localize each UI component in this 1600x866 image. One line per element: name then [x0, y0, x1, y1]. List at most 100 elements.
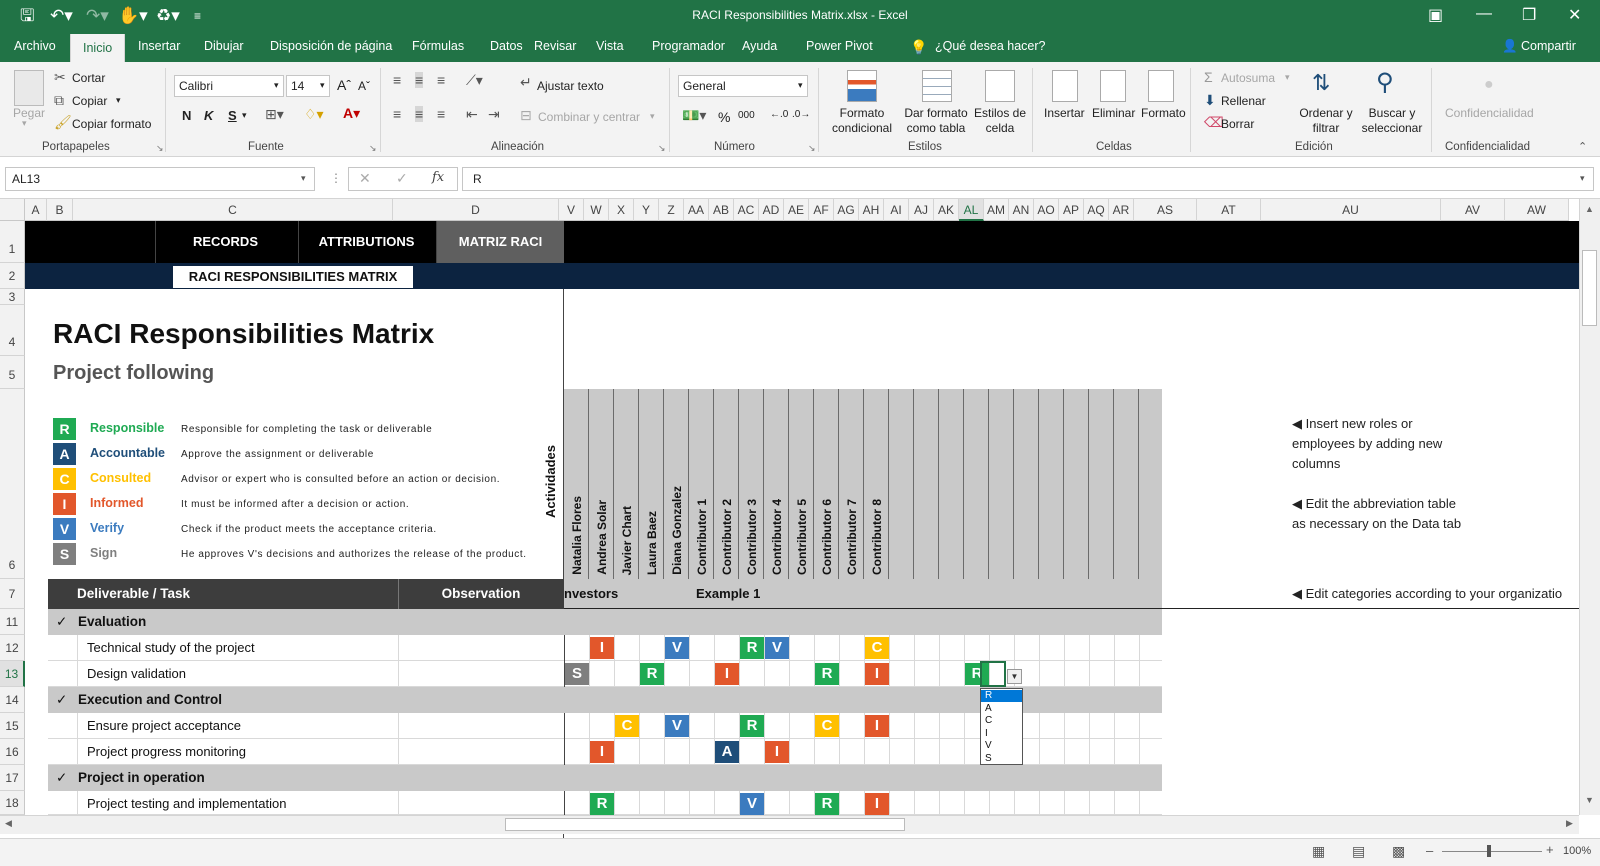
underline-button[interactable]: S — [228, 108, 237, 123]
dropdown-option-v[interactable]: V — [981, 740, 1022, 752]
ribbon-tab-programador[interactable]: Programador — [652, 39, 725, 53]
raci-cell-i[interactable]: I — [865, 715, 889, 737]
raci-cell-c[interactable]: C — [865, 637, 889, 659]
decrease-indent-icon[interactable]: ⇤ — [466, 106, 478, 123]
column-header-an[interactable]: AN — [1009, 199, 1034, 221]
row-header-12[interactable]: 12 — [0, 635, 25, 661]
ribbon-tab-ayuda[interactable]: Ayuda — [742, 39, 777, 53]
person-column-6[interactable]: Contributor 2 — [714, 389, 739, 579]
maximize-icon[interactable]: ❐ — [1522, 5, 1536, 25]
person-column-9[interactable]: Contributor 5 — [789, 389, 814, 579]
row-header-3[interactable]: 3 — [0, 289, 25, 305]
autosum-button[interactable]: Autosuma — [1221, 71, 1275, 85]
close-icon[interactable]: ✕ — [1568, 5, 1581, 25]
column-header-z[interactable]: Z — [659, 199, 684, 221]
zoom-level[interactable]: 100% — [1563, 845, 1591, 857]
bold-button[interactable]: N — [182, 108, 191, 123]
ribbon-tab-disposici-n-de-p-gina[interactable]: Disposición de página — [270, 39, 392, 53]
dropdown-option-c[interactable]: C — [981, 715, 1022, 727]
currency-icon[interactable]: 💵▾ — [682, 107, 706, 124]
raci-cell-i[interactable]: I — [590, 637, 614, 659]
row-header-1[interactable]: 1 — [0, 221, 25, 263]
raci-cell-r[interactable]: R — [815, 793, 839, 815]
ribbon-tab-insertar[interactable]: Insertar — [138, 39, 180, 53]
dropdown-option-r[interactable]: R — [981, 690, 1022, 702]
raci-cell-i[interactable]: I — [865, 793, 889, 815]
zoom-slider-thumb[interactable] — [1487, 845, 1491, 857]
column-header-as[interactable]: AS — [1134, 199, 1197, 221]
zoom-slider[interactable] — [1442, 851, 1542, 852]
align-right-icon[interactable]: ≡ — [437, 106, 445, 122]
format-painter-button[interactable]: Copiar formato — [72, 117, 151, 131]
scroll-down-icon[interactable]: ▼ — [1585, 795, 1594, 805]
cell-styles-button[interactable]: Estilos de celda — [972, 106, 1028, 136]
raci-cell-r[interactable]: R — [815, 663, 839, 685]
raci-cell-r[interactable]: R — [640, 663, 664, 685]
find-select-button[interactable]: Buscar y seleccionar — [1357, 106, 1427, 136]
wrap-text-button[interactable]: Ajustar texto — [537, 79, 604, 93]
raci-cell-i[interactable]: I — [865, 663, 889, 685]
zoom-in-icon[interactable]: + — [1546, 842, 1554, 857]
row-header-7[interactable]: 7 — [0, 579, 25, 609]
raci-cell-a[interactable]: A — [715, 741, 739, 763]
person-column-18[interactable] — [1014, 389, 1039, 579]
ribbon-tab-power-pivot[interactable]: Power Pivot — [806, 39, 873, 53]
autosum-dropdown-icon[interactable]: ▾ — [1285, 72, 1290, 83]
scroll-up-icon[interactable]: ▲ — [1585, 204, 1594, 214]
page-break-icon[interactable]: ▩ — [1392, 843, 1405, 860]
ribbon-tab-datos[interactable]: Datos — [490, 39, 523, 53]
italic-button[interactable]: K — [204, 108, 213, 123]
format-as-table-button[interactable]: Dar formato como tabla — [898, 106, 974, 136]
row-header-15[interactable]: 15 — [0, 713, 25, 739]
insert-function-icon[interactable]: fx — [432, 170, 444, 185]
vertical-scroll-thumb[interactable] — [1582, 250, 1597, 326]
column-header-b[interactable]: B — [47, 199, 73, 221]
borders-icon[interactable]: ⊞▾ — [265, 106, 284, 123]
column-header-al[interactable]: AL — [959, 199, 984, 221]
align-middle-icon[interactable]: ≡ — [415, 72, 424, 88]
person-column-8[interactable]: Contributor 4 — [764, 389, 789, 579]
zoom-out-icon[interactable]: – — [1426, 843, 1433, 858]
nav-tab-records[interactable]: RECORDS — [155, 221, 295, 263]
delete-cells-button[interactable]: Eliminar — [1092, 106, 1135, 120]
fill-color-icon[interactable]: ♢▾ — [304, 106, 324, 123]
row-header-4[interactable]: 4 — [0, 305, 25, 356]
cell-dropdown-arrow-icon[interactable]: ▼ — [1007, 669, 1022, 684]
person-column-20[interactable] — [1064, 389, 1089, 579]
column-header-av[interactable]: AV — [1441, 199, 1505, 221]
column-header-at[interactable]: AT — [1197, 199, 1261, 221]
raci-cell-c[interactable]: C — [615, 715, 639, 737]
insert-cells-button[interactable]: Insertar — [1044, 106, 1085, 120]
font-name-select[interactable]: Calibri — [174, 75, 284, 97]
column-header-c[interactable]: C — [73, 199, 393, 221]
dropdown-option-i[interactable]: I — [981, 728, 1022, 740]
ribbon-display-icon[interactable]: ▣ — [1428, 5, 1443, 25]
column-header-d[interactable]: D — [393, 199, 559, 221]
person-column-3[interactable]: Laura Baez — [639, 389, 664, 579]
merge-center-button[interactable]: Combinar y centrar — [538, 110, 640, 124]
column-header-ab[interactable]: AB — [709, 199, 734, 221]
nav-tab-attributions[interactable]: ATTRIBUTIONS — [298, 221, 434, 263]
raci-cell-r[interactable]: R — [590, 793, 614, 815]
person-column-2[interactable]: Javier Chart — [614, 389, 639, 579]
clear-button[interactable]: Borrar — [1221, 117, 1254, 131]
collapse-ribbon-icon[interactable]: ⌃ — [1578, 140, 1587, 153]
person-column-12[interactable]: Contributor 8 — [864, 389, 889, 579]
paste-dropdown-icon[interactable]: ▾ — [22, 118, 27, 129]
nav-tab-matriz-raci[interactable]: MATRIZ RACI — [436, 221, 564, 263]
column-header-ag[interactable]: AG — [834, 199, 859, 221]
name-box[interactable]: AL13 — [5, 167, 315, 191]
selected-cell-AL13[interactable] — [980, 661, 1006, 687]
row-header-16[interactable]: 16 — [0, 739, 25, 765]
copy-button[interactable]: Copiar — [72, 94, 107, 108]
person-column-14[interactable] — [914, 389, 939, 579]
row-header-18[interactable]: 18 — [0, 791, 25, 815]
cancel-icon[interactable]: ✕ — [359, 170, 371, 187]
format-cells-button[interactable]: Formato — [1141, 106, 1186, 120]
column-header-af[interactable]: AF — [809, 199, 834, 221]
sort-filter-button[interactable]: Ordenar y filtrar — [1296, 106, 1356, 136]
page-layout-icon[interactable]: ▤ — [1352, 843, 1365, 860]
column-header-aa[interactable]: AA — [684, 199, 709, 221]
number-format-select[interactable]: General — [678, 75, 808, 97]
ribbon-tab-vista[interactable]: Vista — [596, 39, 624, 53]
